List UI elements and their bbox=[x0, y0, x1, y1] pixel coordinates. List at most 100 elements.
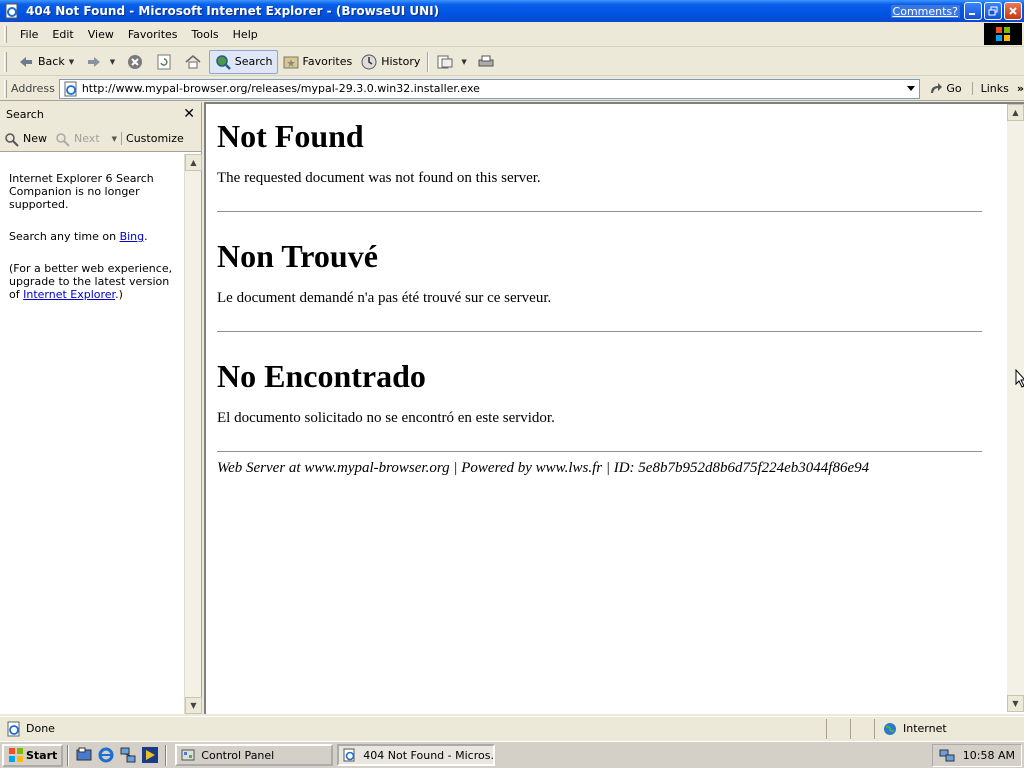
status-cell bbox=[850, 718, 874, 739]
menu-favorites[interactable]: Favorites bbox=[121, 25, 185, 44]
mail-button[interactable] bbox=[432, 50, 461, 74]
customize-button[interactable]: Customize bbox=[121, 132, 188, 145]
menu-file[interactable]: File bbox=[13, 25, 45, 44]
ie-page-icon bbox=[5, 3, 18, 19]
history-icon bbox=[361, 54, 377, 69]
page-content: Not Found The requested document was not… bbox=[204, 102, 1024, 714]
back-arrow-icon bbox=[20, 56, 32, 67]
divider bbox=[217, 331, 982, 332]
internet-explorer-icon[interactable] bbox=[97, 746, 115, 764]
windows-flag-icon bbox=[996, 27, 1010, 41]
heading-non-trouve: Non Trouvé bbox=[217, 238, 378, 274]
back-dropdown-icon[interactable]: ▼ bbox=[69, 58, 77, 66]
task-internet-explorer[interactable]: 404 Not Found - Micros... bbox=[337, 744, 496, 766]
go-button[interactable]: Go bbox=[920, 81, 969, 97]
bing-message-suffix: . bbox=[144, 230, 148, 243]
menu-view[interactable]: View bbox=[81, 25, 121, 44]
toolbar-separator bbox=[427, 51, 430, 72]
next-label: Next bbox=[74, 132, 100, 145]
control-panel-icon bbox=[181, 749, 195, 761]
ie-page-icon bbox=[7, 721, 20, 736]
go-label: Go bbox=[946, 82, 962, 95]
network-icon[interactable] bbox=[119, 746, 137, 764]
stop-button[interactable] bbox=[122, 50, 151, 74]
new-search-button[interactable]: New bbox=[0, 131, 51, 147]
search-pane-scrollbar[interactable]: ▲ ▼ bbox=[184, 154, 202, 714]
chevron-down-icon[interactable]: ▼ bbox=[112, 135, 117, 143]
start-label: Start bbox=[26, 748, 58, 762]
close-button[interactable] bbox=[1004, 2, 1022, 20]
network-connection-icon[interactable] bbox=[939, 747, 955, 763]
internet-explorer-link[interactable]: Internet Explorer bbox=[23, 288, 115, 301]
links-label: Links bbox=[980, 82, 1009, 95]
mail-icon bbox=[437, 55, 453, 68]
address-dropdown-button[interactable] bbox=[903, 80, 919, 98]
status-bar: Done Internet bbox=[0, 716, 1024, 740]
print-button[interactable] bbox=[473, 50, 502, 74]
security-zone[interactable]: Internet bbox=[874, 718, 1024, 739]
address-bar: Address http://www.mypal-browser.org/rel… bbox=[0, 77, 1024, 101]
windows-flag-icon bbox=[9, 748, 23, 762]
task-control-panel[interactable]: Control Panel bbox=[175, 744, 334, 766]
title-bar[interactable]: 404 Not Found - Microsoft Internet Explo… bbox=[0, 0, 1024, 22]
zone-label: Internet bbox=[903, 722, 947, 735]
home-button[interactable] bbox=[180, 50, 209, 74]
scroll-down-arrow-icon[interactable]: ▼ bbox=[1007, 695, 1024, 712]
bing-link[interactable]: Bing bbox=[120, 230, 145, 243]
menu-edit[interactable]: Edit bbox=[45, 25, 80, 44]
history-button[interactable]: History bbox=[356, 50, 424, 74]
task-label: Control Panel bbox=[201, 748, 275, 762]
search-icon bbox=[215, 54, 231, 70]
media-player-icon[interactable] bbox=[141, 746, 159, 764]
forward-button[interactable] bbox=[81, 50, 110, 74]
address-url[interactable]: http://www.mypal-browser.org/releases/my… bbox=[82, 82, 904, 95]
toolbar-grip[interactable] bbox=[4, 51, 7, 72]
favorites-button[interactable]: Favorites bbox=[278, 50, 357, 74]
back-button[interactable]: Back bbox=[13, 50, 69, 74]
refresh-icon bbox=[157, 54, 171, 69]
taskbar-separator bbox=[165, 744, 168, 766]
menu-tools[interactable]: Tools bbox=[185, 25, 226, 44]
restore-icon bbox=[988, 6, 998, 16]
comments-link[interactable]: Comments? bbox=[890, 4, 960, 18]
scroll-down-arrow-icon[interactable]: ▼ bbox=[185, 697, 202, 714]
system-tray: 10:58 AM bbox=[931, 743, 1022, 767]
toolbar-grip[interactable] bbox=[4, 79, 7, 98]
next-search-button[interactable]: Next ▼ bbox=[51, 131, 121, 147]
start-button[interactable]: Start bbox=[2, 743, 64, 767]
favorites-icon bbox=[283, 56, 299, 68]
scroll-up-arrow-icon[interactable]: ▲ bbox=[185, 154, 202, 171]
search-pane-toolbar: New Next ▼ Customize bbox=[0, 126, 201, 152]
unsupported-message: Internet Explorer 6 Search Companion is … bbox=[9, 172, 154, 211]
search-pane-title: Search bbox=[6, 107, 44, 121]
clock[interactable]: 10:58 AM bbox=[963, 749, 1015, 762]
mail-dropdown-icon[interactable]: ▼ bbox=[461, 58, 469, 66]
menu-bar: File Edit View Favorites Tools Help bbox=[0, 22, 1024, 47]
next-search-icon bbox=[56, 132, 70, 147]
text-not-found: The requested document was not found on … bbox=[217, 170, 541, 186]
minimize-button[interactable] bbox=[964, 2, 982, 20]
links-toolbar[interactable]: Links » bbox=[971, 82, 1024, 95]
address-input[interactable]: http://www.mypal-browser.org/releases/my… bbox=[58, 78, 921, 99]
content-scrollbar[interactable]: ▲ ▼ bbox=[1007, 104, 1024, 712]
forward-arrow-icon bbox=[87, 56, 100, 67]
restore-button[interactable] bbox=[984, 2, 1002, 20]
toolbar-grip[interactable] bbox=[4, 25, 7, 43]
error-document: Not Found The requested document was not… bbox=[206, 104, 1009, 477]
go-arrow-icon bbox=[931, 82, 943, 93]
search-pane: Search ✕ New Next ▼ Customize Internet E… bbox=[0, 102, 202, 714]
show-desktop-icon[interactable] bbox=[75, 746, 93, 764]
divider bbox=[217, 211, 982, 212]
menu-help[interactable]: Help bbox=[226, 25, 265, 44]
windows-logo bbox=[984, 23, 1022, 45]
chevron-right-icon[interactable]: » bbox=[1017, 82, 1024, 95]
search-button[interactable]: Search bbox=[208, 49, 278, 74]
refresh-button[interactable] bbox=[151, 50, 180, 74]
text-non-trouve: Le document demandé n'a pas été trouvé s… bbox=[217, 290, 552, 306]
ie-page-icon bbox=[64, 81, 77, 96]
forward-dropdown-icon[interactable]: ▼ bbox=[110, 58, 118, 66]
heading-not-found: Not Found bbox=[217, 118, 364, 154]
close-icon[interactable]: ✕ bbox=[183, 106, 195, 122]
scroll-up-arrow-icon[interactable]: ▲ bbox=[1007, 104, 1024, 121]
bing-message-prefix: Search any time on bbox=[9, 230, 120, 243]
